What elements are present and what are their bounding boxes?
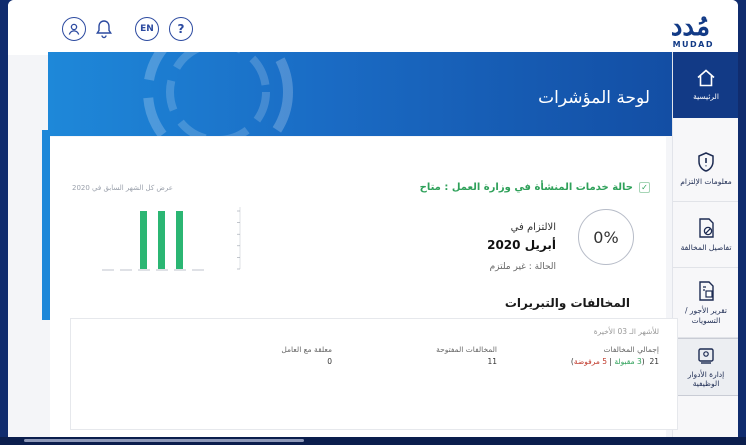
compliance-month: أبريل 2020: [487, 238, 556, 252]
sidebar-item-wage-report[interactable]: تقرير الأجور / التسويات: [673, 268, 738, 338]
sidebar-item-compliance-info[interactable]: معلومات الإلتزام: [673, 136, 738, 202]
pending-violations-label: معلقة مع العامل: [281, 345, 332, 354]
open-violations-label: المخالفات المفتوحة: [436, 345, 497, 354]
sidebar-item-label: تفاصيل المخالفة: [680, 242, 732, 252]
language-toggle[interactable]: EN: [135, 17, 159, 41]
user-icon[interactable]: [62, 17, 86, 41]
chart-bar: [140, 211, 147, 269]
total-violations-label: إجمالي المخالفات: [603, 345, 659, 354]
scroll-indicator[interactable]: [24, 439, 304, 442]
chart-caption[interactable]: عرض كل الشهر السابق في 2020: [72, 184, 173, 192]
panel-accent: [42, 130, 50, 320]
sidebar-item-label: إدارة الأدوار الوظيفية: [687, 369, 725, 388]
page-title: لوحة المؤشرات: [538, 88, 650, 108]
compliance-status: الحالة : غير ملتزم: [489, 262, 556, 272]
pending-violations-value: 0: [327, 357, 332, 366]
sidebar-item-roles[interactable]: إدارة الأدوار الوظيفية: [673, 338, 738, 396]
violation-icon: [699, 218, 714, 238]
open-violations-value: 11: [487, 357, 497, 366]
violations-title: المخالفات والتبريرات: [504, 296, 630, 310]
compliance-chart: [102, 207, 241, 271]
logo-word: مُدد: [670, 12, 710, 42]
app-screen: EN ? مُدد MUDAD لوحة المؤشرات الرئيسية م…: [8, 0, 738, 440]
service-status-text: حالة خدمات المنشأة في وزارة العمل : متاح: [419, 182, 633, 193]
mudad-logo[interactable]: مُدد MUDAD: [656, 10, 716, 50]
chart-bar: [158, 211, 165, 269]
top-header: EN ? مُدد MUDAD: [8, 0, 738, 55]
compliance-panel: ✓ حالة خدمات المنشأة في وزارة العمل : مت…: [50, 137, 666, 322]
shield-icon: [698, 151, 714, 172]
total-violations-count: 21: [649, 357, 659, 366]
total-violations-value: 21 (3 مقبولة | 5 مرفوضة): [570, 357, 659, 366]
banner-decoration: [143, 52, 293, 136]
violations-card: للأشهر الـ 03 الأخيرة إجمالي المخالفات 2…: [70, 318, 678, 430]
sidebar-item-label: تقرير الأجور / التسويات: [684, 306, 728, 325]
bell-icon[interactable]: [92, 17, 116, 41]
dashboard-banner: لوحة المؤشرات: [48, 52, 672, 136]
roles-icon: [698, 347, 714, 364]
home-icon: [697, 69, 715, 87]
report-icon: [699, 281, 714, 301]
sidebar-item-label: معلومات الإلتزام: [680, 176, 732, 186]
sidebar-nav: الرئيسية معلومات الإلتزام تفاصيل المخالف…: [672, 52, 738, 440]
help-icon[interactable]: ?: [169, 17, 193, 41]
compliance-label: الالتزام في: [510, 222, 556, 233]
violations-period: للأشهر الـ 03 الأخيرة: [593, 327, 659, 336]
check-icon: ✓: [639, 182, 650, 193]
rejected-count[interactable]: 5 مرفوضة: [574, 357, 607, 366]
sidebar-item-home[interactable]: الرئيسية: [673, 52, 738, 118]
sidebar-item-violation-details[interactable]: تفاصيل المخالفة: [673, 202, 738, 268]
chart-bar: [176, 211, 183, 269]
compliance-gauge: 0%: [578, 209, 634, 265]
accepted-count[interactable]: 3 مقبولة: [614, 357, 641, 366]
service-status: ✓ حالة خدمات المنشأة في وزارة العمل : مت…: [420, 182, 650, 193]
logo-sub: MUDAD: [672, 40, 714, 49]
sidebar-item-label: الرئيسية: [693, 92, 719, 102]
